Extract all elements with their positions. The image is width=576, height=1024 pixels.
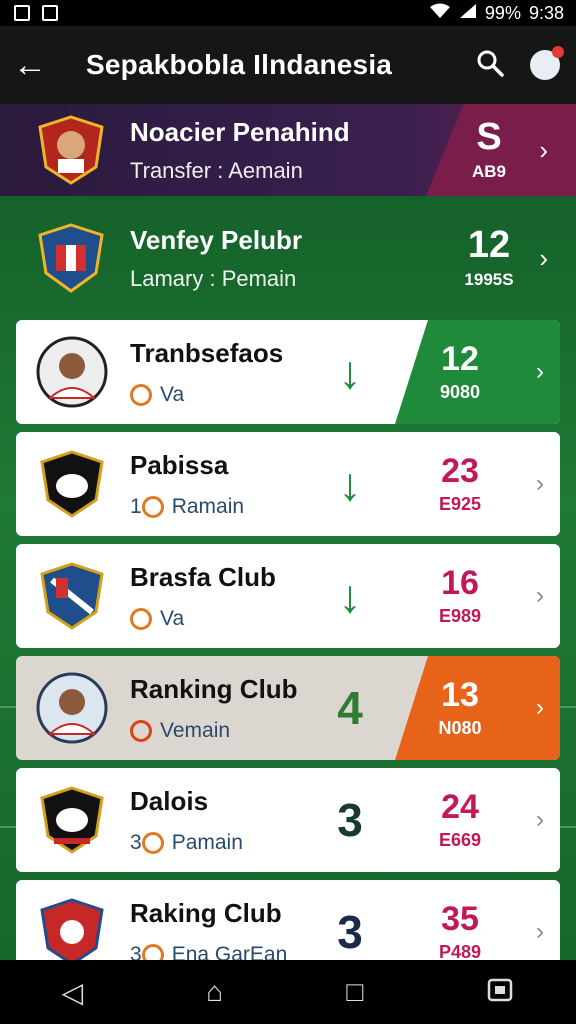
back-button[interactable]: ← <box>0 48 60 82</box>
status-circle-icon <box>130 383 152 406</box>
system-nav-bar: ◁ ⌂ □ <box>0 960 576 1024</box>
rank-change-indicator: 3 <box>337 794 363 846</box>
nav-home-icon[interactable]: ⌂ <box>206 976 223 1008</box>
item-subtitle: Ramain <box>171 494 245 518</box>
club-subtitle: Lamary : Pemain <box>130 265 297 291</box>
item-rank: 3 <box>130 830 142 854</box>
score-value: 35 <box>441 899 479 938</box>
club-crest-icon <box>40 562 104 630</box>
club-crest-icon <box>40 450 104 518</box>
score-value: 23 <box>441 451 479 490</box>
status-circle-icon <box>141 831 164 854</box>
score-value: 24 <box>441 787 479 826</box>
item-subtitle: Va <box>160 382 185 406</box>
status-bar: 99% 9:38 <box>0 0 576 26</box>
download-notification-icon <box>42 5 58 21</box>
score-detail: E925 <box>438 493 482 514</box>
chevron-right-icon: › <box>539 242 548 273</box>
item-name: Dalois <box>130 785 209 816</box>
screenshot-icon[interactable] <box>486 975 514 1010</box>
club-crest-icon <box>40 898 104 966</box>
notification-dot <box>552 46 564 58</box>
list-item[interactable]: Ranking Club Vemain 4 13 N080 › <box>16 656 560 760</box>
club-name: Venfey Pelubr <box>130 224 302 255</box>
search-icon[interactable] <box>476 49 504 82</box>
player-name: Noacier Penahind <box>130 116 350 147</box>
app-bar: ← Sepakbobla Ilndanesia <box>0 26 576 104</box>
item-subtitle: Pamain <box>171 830 243 854</box>
player-subtitle: Transfer : Aemain <box>130 157 303 183</box>
page-title: Sepakbobla Ilndanesia <box>86 49 393 80</box>
wifi-icon <box>429 3 451 24</box>
trend-down-icon: ↓ <box>338 458 362 510</box>
status-circle-icon <box>130 607 152 630</box>
trend-down-icon: ↓ <box>338 570 362 622</box>
rank-change-indicator: 3 <box>337 906 363 958</box>
nav-back-icon[interactable]: ◁ <box>62 976 84 1009</box>
club-crest-icon <box>40 786 104 854</box>
score-detail: N080 <box>438 717 482 738</box>
nav-recents-icon[interactable]: □ <box>346 976 363 1008</box>
clock: 9:38 <box>528 2 564 23</box>
item-subtitle: Vemain <box>160 718 231 742</box>
status-circle-icon <box>141 495 164 518</box>
player-avatar <box>36 672 108 744</box>
signal-icon <box>459 3 477 24</box>
chevron-right-icon: › <box>536 694 544 721</box>
status-circle-icon <box>130 719 152 742</box>
chevron-right-icon: › <box>536 470 544 497</box>
chevron-right-icon: › <box>536 358 544 385</box>
featured-player-row[interactable]: Noacier Penahind Transfer : Aemain S AB9… <box>0 104 576 196</box>
chevron-right-icon: › <box>536 806 544 833</box>
player-avatar <box>36 336 108 408</box>
list-item[interactable]: Tranbsefaos Va ↓ 12 9080 › <box>16 320 560 424</box>
score-value: 16 <box>441 563 479 602</box>
list-item[interactable]: Brasfa Club Va ↓ 16 E989 › <box>16 544 560 648</box>
club-crest-icon <box>38 223 104 293</box>
rank-change-indicator: 4 <box>337 682 363 734</box>
profile-avatar[interactable] <box>530 46 564 80</box>
gallery-notification-icon <box>14 5 30 21</box>
score-detail: E989 <box>438 605 482 626</box>
score-detail: AB9 <box>471 162 506 181</box>
score-value: S <box>476 116 502 158</box>
item-name: Ranking Club <box>130 673 298 704</box>
item-name: Raking Club <box>130 897 282 928</box>
list-item[interactable]: Pabissa 1 Ramain ↓ 23 E925 › <box>16 432 560 536</box>
chevron-right-icon: › <box>536 582 544 609</box>
item-name: Tranbsefaos <box>130 337 284 368</box>
score-detail: E669 <box>438 829 482 850</box>
score-value: 13 <box>441 675 479 714</box>
list-item[interactable]: Dalois 3 Pamain 3 24 E669 › <box>16 768 560 872</box>
item-name: Brasfa Club <box>130 561 276 592</box>
item-subtitle: Va <box>160 606 185 630</box>
item-name: Pabissa <box>130 449 229 480</box>
score-detail: 1995S <box>464 270 514 289</box>
chevron-right-icon: › <box>539 134 548 165</box>
score-detail: 9080 <box>439 381 481 402</box>
player-crest-icon <box>38 115 104 185</box>
battery-level: 99% <box>484 2 521 23</box>
chevron-right-icon: › <box>536 918 544 945</box>
featured-club-row[interactable]: Venfey Pelubr Lamary : Pemain 12 1995S › <box>0 196 576 320</box>
score-detail: P489 <box>438 941 482 962</box>
trend-down-icon: ↓ <box>338 346 362 398</box>
item-rank: 1 <box>130 494 142 518</box>
score-value: 12 <box>467 224 511 266</box>
score-value: 12 <box>441 339 479 378</box>
